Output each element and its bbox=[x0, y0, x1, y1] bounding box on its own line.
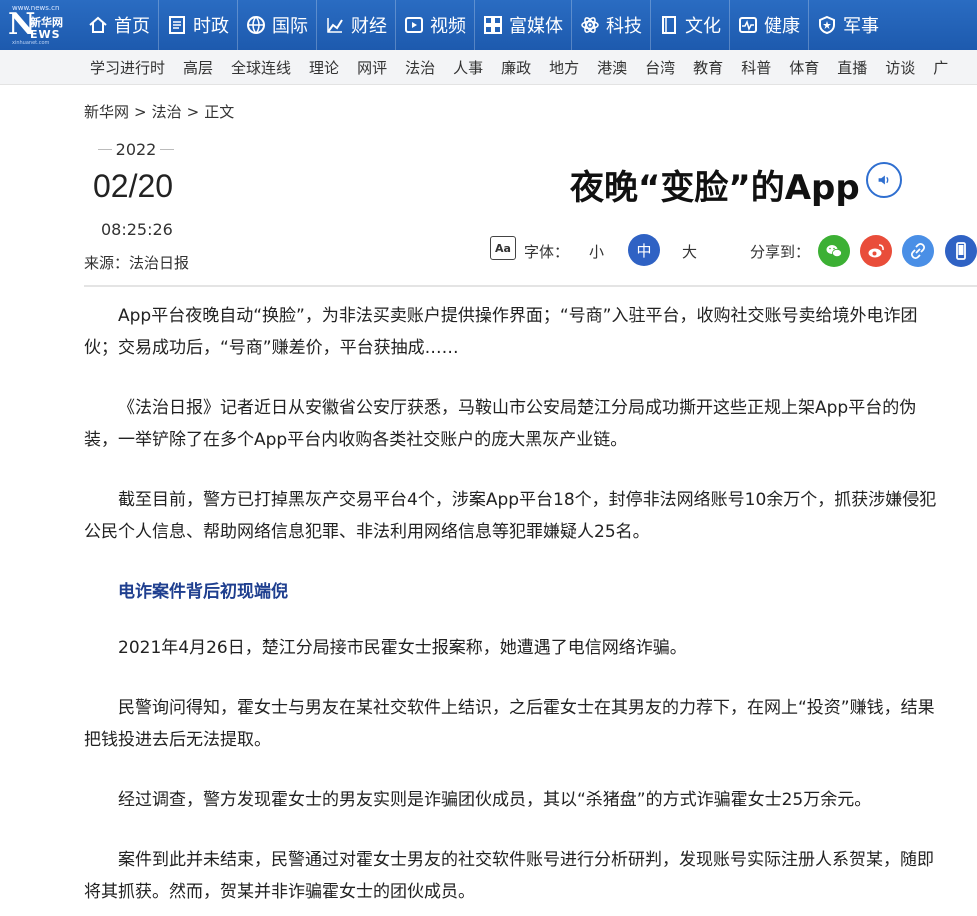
weibo-share-icon[interactable] bbox=[860, 235, 892, 267]
subnav-item[interactable]: 理论 bbox=[309, 57, 339, 78]
subnav-item[interactable]: 访谈 bbox=[885, 57, 915, 78]
play-icon bbox=[404, 15, 424, 35]
nav-item-military[interactable]: 军事 bbox=[808, 0, 887, 50]
xinhua-logo[interactable]: www.news.cn N 新华网 EWS xinhuanet.com bbox=[6, 4, 70, 46]
link-share-icon[interactable] bbox=[902, 235, 934, 267]
nav-item-video[interactable]: 视频 bbox=[395, 0, 474, 50]
subnav-item[interactable]: 全球连线 bbox=[231, 57, 291, 78]
nav-item-label: 科技 bbox=[606, 16, 642, 37]
subnav-item[interactable]: 台湾 bbox=[645, 57, 675, 78]
publish-time: 08:25:26 bbox=[101, 220, 173, 239]
nav-item-label: 富媒体 bbox=[509, 16, 563, 37]
grid-icon bbox=[483, 15, 503, 35]
subnav-item[interactable]: 教育 bbox=[693, 57, 723, 78]
globe-icon bbox=[246, 15, 266, 35]
nav-item-label: 文化 bbox=[685, 16, 721, 37]
nav-item-home[interactable]: 首页 bbox=[80, 0, 158, 50]
article-paragraph: 截至目前，警方已打掉黑灰产交易平台4个，涉案App平台18个，封停非法网络账号1… bbox=[84, 490, 937, 542]
nav-item-label: 财经 bbox=[351, 16, 387, 37]
year-dash-left bbox=[98, 149, 112, 150]
breadcrumb-section[interactable]: 法治 bbox=[152, 103, 182, 121]
publish-year: 2022 bbox=[98, 140, 174, 159]
book-icon bbox=[659, 15, 679, 35]
article-body: App平台夜晚自动“换脸”，为非法买卖账户提供操作界面；“号商”入驻平台，收购社… bbox=[84, 300, 944, 916]
nav-item-politics[interactable]: 时政 bbox=[158, 0, 237, 50]
article-title: 夜晚“变脸”的App bbox=[570, 168, 860, 208]
font-size-icon: Aa bbox=[490, 236, 516, 260]
subnav-item[interactable]: 地方 bbox=[549, 57, 579, 78]
font-size-large-button[interactable]: 大 bbox=[682, 241, 697, 262]
subnav-item[interactable]: 网评 bbox=[357, 57, 387, 78]
nav-item-finance[interactable]: 财经 bbox=[316, 0, 395, 50]
font-size-label: 字体： bbox=[524, 243, 570, 261]
subnav-item[interactable]: 廉政 bbox=[501, 57, 531, 78]
speaker-icon[interactable] bbox=[866, 162, 902, 198]
nav-item-label: 首页 bbox=[114, 16, 150, 37]
nav-item-rich-media[interactable]: 富媒体 bbox=[474, 0, 571, 50]
article-paragraph: 民警询问得知，霍女士与男友在某社交软件上结识，之后霍女士在其男友的力荐下，在网上… bbox=[84, 698, 935, 750]
wechat-share-icon[interactable] bbox=[818, 235, 850, 267]
nav-item-label: 军事 bbox=[843, 16, 879, 37]
nav-item-label: 国际 bbox=[272, 16, 308, 37]
nav-item-label: 健康 bbox=[764, 16, 800, 37]
subnav-item[interactable]: 直播 bbox=[837, 57, 867, 78]
nav-item-label: 视频 bbox=[430, 16, 466, 37]
subnav-item[interactable]: 港澳 bbox=[597, 57, 627, 78]
pulse-icon bbox=[738, 15, 758, 35]
nav-item-tech[interactable]: 科技 bbox=[571, 0, 650, 50]
top-nav-bar: www.news.cn N 新华网 EWS xinhuanet.com 首页 时… bbox=[0, 0, 977, 50]
main-nav: 首页 时政 国际 财经 视频 富媒体 科技 文化 健康 军事 bbox=[80, 0, 887, 50]
subnav-item[interactable]: 体育 bbox=[789, 57, 819, 78]
article-source: 来源：法治日报 bbox=[84, 254, 190, 272]
shield-icon bbox=[817, 15, 837, 35]
header-divider bbox=[84, 285, 977, 287]
article-tools: Aa 字体： 小 中 大 分享到： bbox=[488, 233, 977, 269]
breadcrumb-sep: > bbox=[186, 103, 200, 121]
breadcrumb: 新华网 > 法治 > 正文 bbox=[84, 101, 234, 122]
nav-item-culture[interactable]: 文化 bbox=[650, 0, 729, 50]
subnav-item[interactable]: 学习进行时 bbox=[90, 57, 165, 78]
chart-icon bbox=[325, 15, 345, 35]
article-paragraph: 经过调查，警方发现霍女士的男友实则是诈骗团伙成员，其以“杀猪盘”的方式诈骗霍女士… bbox=[118, 790, 872, 810]
article-paragraph: 《法治日报》记者近日从安徽省公安厅获悉，马鞍山市公安局楚江分局成功撕开这些正规上… bbox=[84, 398, 917, 450]
year-dash-right bbox=[160, 149, 174, 150]
publish-day: 02/20 bbox=[93, 168, 174, 204]
mobile-share-icon[interactable] bbox=[945, 235, 977, 267]
logo-tiny-url: xinhuanet.com bbox=[12, 40, 50, 46]
secondary-nav: 学习进行时 高层 全球连线 理论 网评 法治 人事 廉政 地方 港澳 台湾 教育… bbox=[90, 50, 966, 85]
share-label: 分享到： bbox=[750, 243, 811, 261]
article-paragraph: App平台夜晚自动“换脸”，为非法买卖账户提供操作界面；“号商”入驻平台，收购社… bbox=[84, 306, 918, 358]
breadcrumb-home[interactable]: 新华网 bbox=[84, 103, 129, 121]
news-icon bbox=[167, 15, 187, 35]
subnav-item[interactable]: 科普 bbox=[741, 57, 771, 78]
font-size-small-button[interactable]: 小 bbox=[589, 241, 604, 262]
article-paragraph: 案件到此并未结束，民警通过对霍女士男友的社交软件账号进行分析研判，发现账号实际注… bbox=[84, 850, 934, 902]
secondary-nav-bar: 学习进行时 高层 全球连线 理论 网评 法治 人事 廉政 地方 港澳 台湾 教育… bbox=[0, 50, 977, 85]
atom-icon bbox=[580, 15, 600, 35]
subnav-item[interactable]: 人事 bbox=[453, 57, 483, 78]
article-subheading: 电诈案件背后初现端倪 bbox=[118, 582, 288, 602]
year-text: 2022 bbox=[115, 140, 157, 159]
breadcrumb-sep: > bbox=[134, 103, 147, 121]
home-icon bbox=[88, 15, 108, 35]
nav-item-health[interactable]: 健康 bbox=[729, 0, 808, 50]
subnav-item[interactable]: 广 bbox=[933, 57, 948, 78]
font-size-medium-button[interactable]: 中 bbox=[628, 234, 660, 266]
subnav-item[interactable]: 法治 bbox=[405, 57, 435, 78]
nav-item-label: 时政 bbox=[193, 16, 229, 37]
breadcrumb-current: 正文 bbox=[204, 103, 235, 121]
nav-item-international[interactable]: 国际 bbox=[237, 0, 316, 50]
subnav-item[interactable]: 高层 bbox=[183, 57, 213, 78]
article-paragraph: 2021年4月26日，楚江分局接市民霍女士报案称，她遭遇了电信网络诈骗。 bbox=[118, 638, 687, 658]
